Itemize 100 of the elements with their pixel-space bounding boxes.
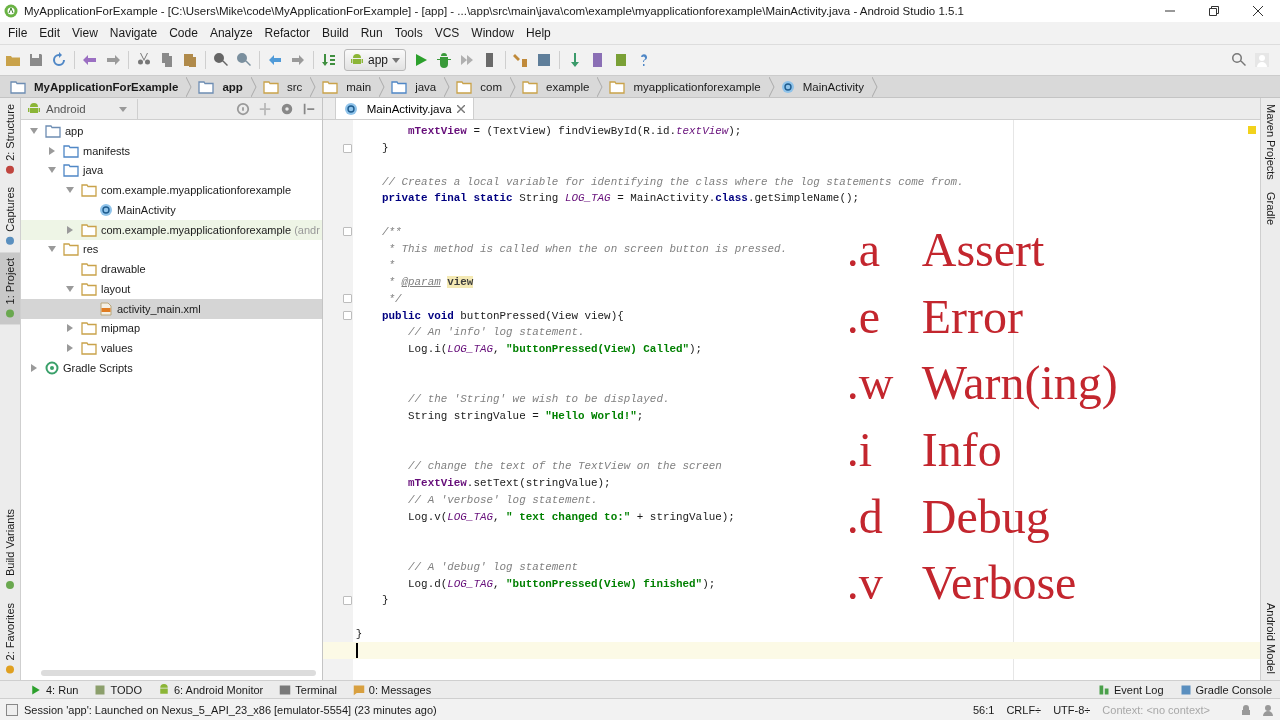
search-icon[interactable] [1231, 52, 1247, 68]
breadcrumb[interactable]: MyApplicationForExample [4, 76, 187, 97]
tool-window-tab[interactable]: 2: Structure [0, 98, 20, 181]
menu-item[interactable]: Help [520, 24, 557, 42]
tree-item[interactable]: com.example.myapplicationforexample [21, 180, 322, 200]
tree-item[interactable]: drawable [21, 259, 322, 279]
tool-window-tab[interactable]: Event Log [1090, 681, 1172, 698]
log-method-key: .w [846, 359, 922, 408]
collapsed-arrow-icon[interactable] [65, 343, 75, 354]
breadcrumb[interactable]: com [450, 76, 510, 97]
save-icon[interactable] [28, 52, 44, 68]
tool-window-tab[interactable]: 2: Favorites [0, 596, 20, 680]
tree-item[interactable]: layout [21, 279, 322, 299]
breadcrumb[interactable]: src [256, 76, 311, 97]
tool-windows-icon[interactable] [6, 703, 18, 716]
breadcrumb[interactable]: myapplicationforexample [603, 76, 769, 97]
menu-item[interactable]: Edit [33, 24, 67, 42]
paste-icon[interactable] [182, 52, 198, 68]
collapsed-arrow-icon[interactable] [29, 362, 39, 373]
code-line: String stringValue = "Hello World!"; [407, 410, 644, 423]
menu-item[interactable]: Navigate [103, 24, 164, 42]
folder-icon [63, 143, 79, 158]
tree-item[interactable]: MainActivity [21, 200, 322, 220]
log-level-label: Verbose [921, 559, 1078, 608]
menu-item[interactable]: View [66, 24, 104, 42]
menu-item[interactable]: Build [315, 24, 355, 42]
fold-marker-icon[interactable] [342, 595, 352, 605]
tree-label: Gradle Scripts [63, 361, 133, 374]
window-title: MyApplicationForExample - [C:\Users\Mike\code\MyApplicationForExample] - [app] - ...\app\src\main\java\com\example\myapplicationforexample\MainActivity.java - Android Studio 1.5.1 [24, 5, 965, 17]
breadcrumb[interactable]: app [192, 76, 251, 97]
tree-item[interactable]: activity_main.xml [21, 298, 322, 319]
log-method-key: .i [846, 426, 922, 475]
tree-label: mipmap [101, 322, 141, 335]
collapsed-arrow-icon[interactable] [65, 224, 75, 235]
breadcrumb[interactable]: example [516, 76, 598, 97]
folder-icon [522, 79, 538, 94]
fold-marker-icon[interactable] [342, 227, 352, 237]
code-line: /** [380, 225, 402, 238]
tree-label-suffix: (andr [294, 223, 320, 236]
tree-item[interactable]: mipmap [21, 318, 322, 339]
collapsed-arrow-icon[interactable] [47, 145, 57, 156]
log-method-key: .a [846, 226, 922, 275]
log-level-label: Debug [921, 492, 1051, 541]
tool-window-tab[interactable]: 6: Android Monitor [150, 681, 272, 698]
tool-window-tab[interactable]: 1: Project [0, 251, 20, 324]
collapse-icon[interactable] [257, 100, 272, 117]
tool-window-tab[interactable]: Gradle Console [1171, 681, 1280, 698]
fold-marker-icon[interactable] [342, 294, 352, 304]
tree-item[interactable]: java [21, 160, 322, 181]
tree-item[interactable]: values [21, 338, 322, 358]
expanded-arrow-icon[interactable] [29, 125, 39, 136]
editor-tab[interactable]: MainActivity.java [334, 98, 474, 119]
menu-item[interactable]: Window [465, 24, 521, 42]
debug-icon[interactable] [436, 52, 453, 68]
fold-marker-icon[interactable] [342, 311, 352, 321]
tree-item[interactable]: com.example.myapplicationforexample (andr [21, 219, 322, 240]
search-icon[interactable] [213, 52, 229, 68]
menu-item[interactable]: Refactor [258, 24, 316, 42]
menu-item[interactable]: VCS [428, 24, 466, 42]
replace-icon[interactable] [236, 52, 252, 68]
breadcrumb[interactable]: MainActivity [774, 76, 873, 97]
expanded-arrow-icon[interactable] [65, 283, 75, 294]
redo-icon[interactable] [105, 52, 121, 68]
tool-window-tab[interactable]: Android Model [1261, 597, 1280, 680]
tree-item[interactable]: res [21, 239, 322, 260]
menu-item[interactable]: File [2, 24, 34, 42]
sync-icon[interactable] [51, 52, 67, 68]
tool-window-tab[interactable]: Maven Projects [1261, 98, 1280, 186]
collapsed-arrow-icon[interactable] [65, 323, 75, 334]
forward-icon[interactable] [290, 52, 306, 68]
run-configuration-dropdown[interactable]: app [344, 49, 407, 71]
dropdown-arrow-icon [392, 56, 401, 64]
folder-icon [322, 79, 339, 94]
breadcrumb[interactable]: main [316, 76, 380, 97]
tool-window-tab[interactable]: Build Variants [0, 503, 20, 597]
tool-window-tab[interactable]: Gradle [1261, 185, 1280, 231]
menu-item[interactable]: Code [163, 24, 204, 42]
make-icon[interactable] [321, 52, 337, 68]
folder-icon [391, 79, 408, 94]
menu-item[interactable]: Tools [388, 24, 429, 42]
fold-marker-icon[interactable] [342, 143, 352, 153]
line-separator[interactable]: CRLF÷ [1000, 703, 1048, 716]
tool-window-tab[interactable]: TODO [86, 681, 150, 698]
menu-item[interactable]: Run [354, 24, 389, 42]
target-icon[interactable] [235, 100, 250, 117]
breadcrumb[interactable]: java [385, 76, 445, 97]
tool-window-tab[interactable]: Captures [0, 180, 20, 252]
tree-item[interactable]: manifests [21, 140, 322, 161]
menu-item[interactable]: Analyze [203, 24, 259, 42]
cut-icon[interactable] [136, 52, 152, 68]
tool-window-tab[interactable]: 0: Messages [344, 681, 440, 698]
tool-window-tab[interactable]: Terminal [271, 681, 345, 698]
copy-icon[interactable] [159, 52, 175, 68]
inspector-icon[interactable] [1262, 703, 1274, 716]
file-encoding[interactable]: UTF-8÷ [1047, 703, 1097, 716]
tree-item[interactable]: app [21, 121, 322, 141]
close-icon[interactable] [456, 104, 465, 113]
tool-window-tab[interactable]: 4: Run [22, 681, 87, 698]
caret-position[interactable]: 56:1 [966, 703, 1001, 716]
tree-item[interactable]: Gradle Scripts [21, 358, 322, 378]
